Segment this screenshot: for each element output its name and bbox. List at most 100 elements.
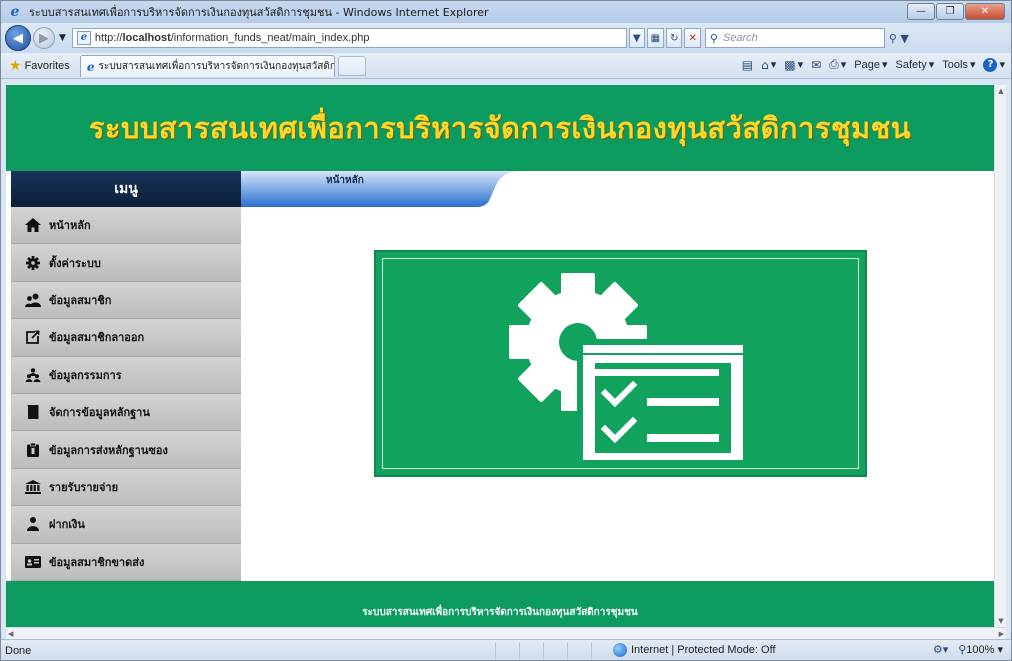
new-tab-button[interactable] — [337, 55, 366, 76]
tools-menu[interactable]: Tools ▾ — [942, 58, 975, 72]
status-text: Done — [5, 644, 32, 657]
main-content — [241, 207, 994, 581]
security-zone[interactable]: Internet | Protected Mode: Off — [613, 643, 776, 657]
sidebar-item-deposit[interactable]: ฝากเงิน — [11, 506, 241, 544]
compatibility-view-icon[interactable]: ▦ — [646, 28, 665, 48]
page-menu-label: Page — [854, 58, 880, 71]
zoom-button[interactable]: ⚲100% ▾ — [958, 643, 1003, 656]
scroll-down-icon[interactable]: ▼ — [995, 615, 1006, 627]
print-icon: ⎙ — [829, 57, 839, 71]
zoom-level: 100% — [966, 644, 995, 656]
breadcrumb: หน้าหลัก — [241, 171, 994, 207]
zone-text: Internet | Protected Mode: Off — [631, 644, 776, 656]
sidebar-item-committee[interactable]: ข้อมูลกรรมการ — [11, 356, 241, 394]
tab-page-icon: e — [86, 59, 95, 74]
home-toolbar-icon: ⌂ — [761, 57, 769, 72]
sidebar-item-home[interactable]: หน้าหลัก — [11, 207, 241, 245]
breadcrumb-current[interactable]: หน้าหลัก — [326, 173, 364, 188]
favorites-row: ★ Favorites e ระบบสารสนเทศเพื่อการบริหาร… — [1, 53, 1011, 79]
forward-button[interactable]: ▶ — [33, 27, 55, 49]
rss-button[interactable]: ▩ ▾ — [784, 58, 803, 72]
rss-icon: ▩ — [784, 57, 796, 72]
help-icon: ? — [983, 57, 998, 72]
search-icon: ⚲ — [709, 31, 718, 45]
breadcrumb-tab-shape — [241, 171, 521, 207]
title-bar: e ระบบสารสนเทศเพื่อการบริหารจัดการเงินกอ… — [1, 1, 1011, 23]
users-icon — [25, 292, 41, 308]
safety-menu[interactable]: Safety ▾ — [895, 58, 935, 72]
sidebar-item-evidence[interactable]: จัดการข้อมูลหลักฐาน — [11, 393, 241, 432]
feeds-button[interactable]: ▤ — [742, 58, 753, 72]
money-user-icon — [25, 516, 41, 532]
site-title: ระบบสารสนเทศเพื่อการบริหารจัดการเงินกองท… — [88, 111, 912, 145]
sidebar-item-settings[interactable]: ตั้งค่าระบบ — [11, 244, 241, 282]
search-options-icon[interactable]: ⚲ ▼ — [889, 32, 909, 45]
tab-current[interactable]: e ระบบสารสนเทศเพื่อการบริหารจัดการเงินกอ… — [79, 54, 335, 77]
ie-logo-icon: e — [10, 4, 20, 20]
safety-menu-label: Safety — [895, 58, 927, 71]
sidebar-item-members[interactable]: ข้อมูลสมาชิก — [11, 281, 241, 320]
refresh-icon[interactable]: ↻ — [666, 28, 683, 48]
sidebar-item-income-expenses[interactable]: รายรับรายจ่าย — [11, 468, 241, 507]
browser-window: e ระบบสารสนเทศเพื่อการบริหารจัดการเงินกอ… — [0, 0, 1012, 661]
site-header: ระบบสารสนเทศเพื่อการบริหารจัดการเงินกองท… — [6, 85, 994, 171]
sidebar-item-label: ตั้งค่าระบบ — [49, 256, 101, 270]
url-dropdown-icon[interactable]: ▼ — [628, 28, 645, 48]
book-icon — [25, 404, 41, 420]
status-cell — [495, 642, 519, 659]
address-tools: ▼ ▦ ↻ ✕ — [628, 28, 701, 48]
tools-menu-label: Tools — [942, 58, 968, 71]
clipboard-icon — [25, 442, 41, 458]
home-icon — [25, 217, 41, 233]
address-row: ◀ ▶ ▼ e http://localhost/information_fun… — [1, 23, 1011, 53]
url-host: localhost — [122, 32, 171, 44]
sidebar-item-label: หน้าหลัก — [49, 219, 91, 233]
window-title: ระบบสารสนเทศเพื่อการบริหารจัดการเงินกองท… — [29, 6, 489, 19]
back-button[interactable]: ◀ — [5, 25, 31, 51]
sidebar-item-resigned-members[interactable]: ข้อมูลสมาชิกลาออก — [11, 319, 241, 357]
minimize-button[interactable]: — — [907, 3, 935, 20]
protected-mode-icon[interactable]: ⚙▾ — [933, 643, 948, 656]
maximize-button[interactable]: ❐ — [936, 3, 964, 20]
sidebar-item-label: ข้อมูลการส่งหลักฐานซอง — [49, 443, 168, 457]
settings-checklist-icon — [509, 273, 743, 460]
stop-icon[interactable]: ✕ — [684, 28, 701, 48]
sidebar-item-label: ข้อมูลสมาชิก — [49, 293, 112, 307]
page-icon: e — [76, 31, 91, 45]
url-prefix: http:// — [94, 32, 123, 44]
sidebar-item-label: ข้อมูลกรรมการ — [49, 368, 122, 382]
scroll-up-icon[interactable]: ▲ — [995, 85, 1006, 97]
globe-icon — [613, 643, 627, 657]
status-cell — [519, 642, 543, 659]
sidebar-item-missing-members[interactable]: ข้อมูลสมาชิกขาดส่ง — [11, 543, 241, 581]
id-card-icon — [25, 554, 41, 570]
site-footer: ระบบสารสนเทศเพื่อการบริหารจัดการเงินกองท… — [6, 581, 994, 627]
search-placeholder: Search — [722, 32, 758, 44]
favorites-label: Favorites — [24, 59, 70, 72]
mail-button[interactable]: ✉ — [811, 58, 821, 72]
search-input[interactable]: ⚲ Search — [704, 28, 885, 48]
hero-frame — [382, 258, 859, 469]
sidebar-item-envelope-submissions[interactable]: ข้อมูลการส่งหลักฐานซอง — [11, 431, 241, 469]
address-bar[interactable]: e http://localhost/information_funds_nea… — [71, 28, 627, 48]
help-button[interactable]: ? ▾ — [983, 57, 1005, 72]
history-dropdown-icon[interactable]: ▼ — [59, 33, 66, 43]
vertical-scrollbar[interactable]: ▲ ▼ — [994, 85, 1006, 627]
home-button[interactable]: ⌂ ▾ — [761, 58, 776, 72]
close-button[interactable]: ✕ — [965, 3, 1005, 20]
window-controls: — ❐ ✕ — [907, 3, 1005, 20]
sidebar-item-label: รายรับรายจ่าย — [49, 480, 119, 494]
status-bar: Done Internet | Protected Mode: Off ⚙▾ ⚲… — [1, 639, 1011, 660]
hero-banner — [374, 250, 867, 477]
external-link-icon — [25, 329, 41, 345]
status-cell — [567, 642, 591, 659]
page-viewport: ระบบสารสนเทศเพื่อการบริหารจัดการเงินกองท… — [6, 85, 1006, 627]
horizontal-scrollbar[interactable]: ◀ ▶ — [6, 627, 1006, 639]
print-button[interactable]: ⎙ ▾ — [829, 57, 846, 72]
mail-icon: ✉ — [811, 57, 822, 72]
favorites-button[interactable]: ★ Favorites — [9, 58, 70, 74]
footer-text: ระบบสารสนเทศเพื่อการบริหารจัดการเงินกองท… — [362, 606, 638, 618]
url-path: /information_funds_neat/main_index.php — [170, 32, 370, 44]
page-menu[interactable]: Page ▾ — [854, 58, 887, 72]
sidebar-item-label: ข้อมูลสมาชิกลาออก — [49, 331, 145, 345]
